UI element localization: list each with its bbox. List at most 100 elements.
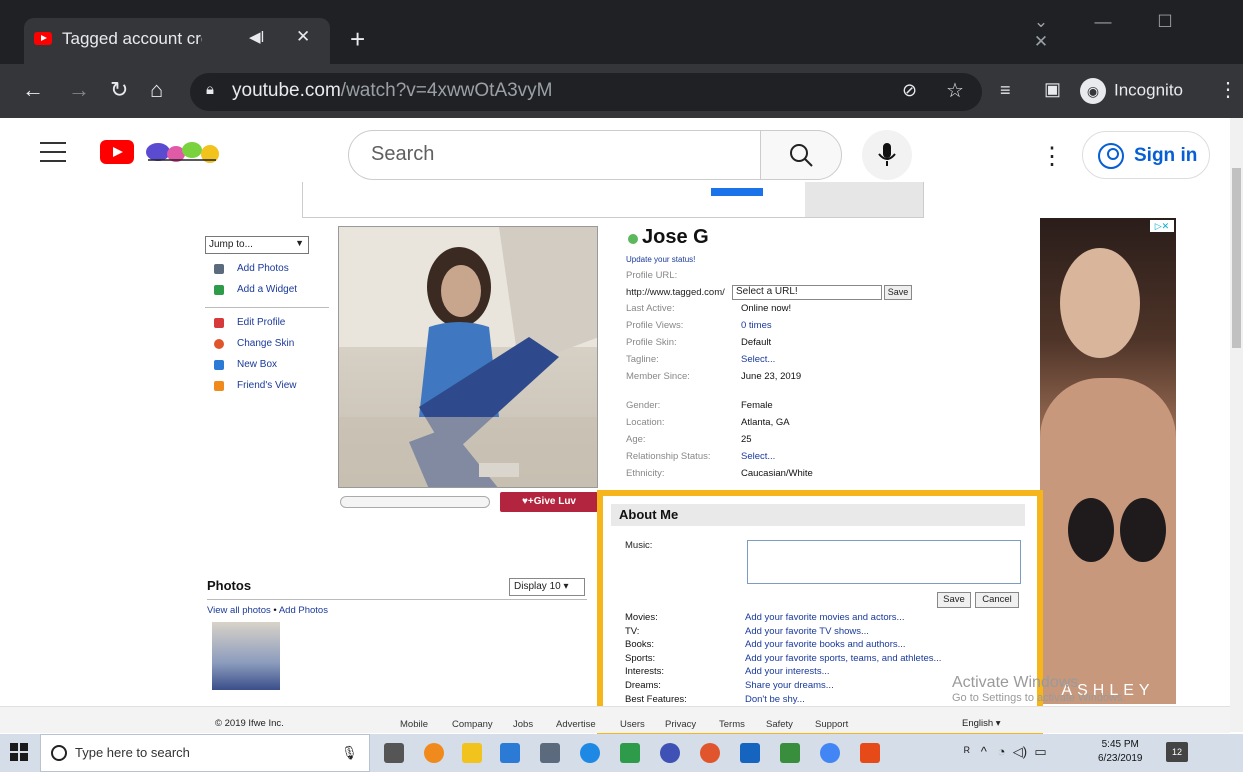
field-value[interactable]: Add your interests... [745,666,829,677]
incognito-indicator[interactable]: ◉ Incognito [1080,78,1183,104]
sidebar-item-friends-view[interactable]: Friend's View [205,379,333,400]
close-window-icon[interactable]: ✕ [1010,32,1072,52]
music-textarea[interactable] [747,540,1021,584]
youtube-doodle-logo[interactable] [142,138,222,166]
field-value[interactable]: Share your dreams... [745,680,834,691]
footer-link[interactable]: Privacy [665,719,696,730]
app-icon[interactable] [860,743,880,763]
notification-center-icon[interactable]: 12 [1166,742,1188,762]
add-photos-link[interactable]: Add Photos [279,605,328,616]
hamburger-menu-icon[interactable] [40,142,66,162]
paint-app-icon[interactable] [700,743,720,763]
profile-field-row: Member Since: June 23, 2019 [626,371,926,388]
browser-tab[interactable]: Tagged account creating pr ◀ǀ ✕ [24,18,330,64]
sidebar-item-change-skin[interactable]: Change Skin [205,337,333,358]
sign-in-button[interactable]: Sign in [1082,131,1210,179]
scrollbar-thumb[interactable] [1232,168,1241,348]
close-tab-icon[interactable]: ✕ [296,27,310,47]
tab-search-icon[interactable]: ⌄ [1010,12,1072,32]
youtube-logo[interactable] [100,140,134,164]
taskbar-search-box[interactable]: Type here to search 🎙︎ [40,734,370,772]
footer-link[interactable]: Support [815,719,848,730]
field-value[interactable]: Add your favorite TV shows... [745,626,869,637]
volume-icon[interactable]: ◁) [1013,744,1027,759]
profile-url-input[interactable]: Select a URL! [732,285,882,300]
sidebar-item-new-box[interactable]: New Box [205,358,333,379]
give-luv-button[interactable]: ♥+Give Luv [500,492,598,512]
voice-search-button[interactable] [862,130,912,180]
reading-list-icon[interactable]: ≡ [1000,80,1011,101]
sidebar-item-edit-profile[interactable]: Edit Profile [205,316,333,337]
chrome-app-icon[interactable] [820,743,840,763]
back-icon[interactable]: ← [22,77,44,103]
battery-icon[interactable]: ▭ [1034,744,1046,759]
star-icon[interactable]: ☆ [946,78,964,103]
field-value[interactable]: Add your favorite books and authors... [745,639,906,650]
footer-link[interactable]: Jobs [513,719,533,730]
taskbar-clock[interactable]: 5:45 PM 6/23/2019 [1098,738,1143,766]
lock-icon[interactable]: 🔒︎ [206,81,214,98]
view-all-photos-link[interactable]: View all photos [207,605,271,616]
link-separator: • [273,605,277,616]
side-panel-icon[interactable]: ▣ [1044,79,1061,100]
show-hidden-icons[interactable]: ^ [981,744,987,759]
windows-start-icon[interactable] [10,743,28,761]
excel-app-icon[interactable] [780,743,800,763]
display-count-select[interactable]: Display 10 ▾ [509,578,585,596]
skype-icon[interactable] [580,743,600,763]
microphone-icon[interactable]: 🎙︎ [341,745,358,761]
search-input[interactable] [371,143,731,166]
home-icon[interactable]: ⌂ [150,77,163,103]
task-view-icon[interactable] [384,743,404,763]
search-button[interactable] [760,130,842,180]
field-value[interactable]: 0 times [741,320,772,331]
camtasia-icon[interactable] [620,743,640,763]
profile-url-save-button[interactable]: Save [884,285,912,300]
account-circle-icon [1098,143,1124,169]
field-value[interactable]: Don't be shy... [745,694,805,705]
footer-link[interactable]: Mobile [400,719,428,730]
forward-icon[interactable]: → [68,77,90,103]
footer-link[interactable]: Users [620,719,645,730]
file-explorer-icon[interactable] [462,743,482,763]
audio-playing-icon[interactable]: ◀ǀ [249,28,264,46]
jump-to-select[interactable]: Jump to... ▼ [205,236,309,254]
field-value[interactable]: Add your favorite sports, teams, and ath… [745,653,941,664]
minimize-icon[interactable]: — [1072,12,1134,32]
eye-off-icon[interactable]: ⊘ [902,80,917,101]
app-icon[interactable] [540,743,560,763]
side-ad-image[interactable]: ▷✕ ASHLEY [1040,218,1176,704]
new-tab-button[interactable]: + [350,26,365,52]
network-icon[interactable]: ◔ [998,744,1006,759]
footer-link[interactable]: Terms [719,719,745,730]
profile-field-row: Tagline: Select... [626,354,926,371]
profile-url-row: http://www.tagged.com/ Select a URL! Sav… [626,285,926,303]
field-value[interactable]: Select... [741,354,775,365]
field-value[interactable]: Add your favorite movies and actors... [745,612,904,623]
youtube-search-box[interactable] [348,130,760,180]
address-bar[interactable]: 🔒︎ youtube.com/watch?v=4xwwOtA3vyM ⊘ ☆ [190,73,982,111]
people-icon[interactable]: ᴿ [964,744,970,759]
settings-kebab-icon[interactable]: ⋮ [1040,142,1064,171]
app-icon[interactable] [740,743,760,763]
footer-link[interactable]: Advertise [556,719,596,730]
field-value[interactable]: Select... [741,451,775,462]
about-cancel-button[interactable]: Cancel [975,592,1019,608]
photo-thumbnail[interactable] [212,622,280,690]
browser-app-icon[interactable] [424,743,444,763]
reload-icon[interactable]: ↻ [110,77,128,103]
maximize-icon[interactable]: ☐ [1134,12,1196,32]
about-save-button[interactable]: Save [937,592,971,608]
field-label: Gender: [626,400,661,411]
sidebar-item-add-widget[interactable]: Add a Widget [205,283,333,304]
profile-photo[interactable] [338,226,598,488]
sidebar-item-add-photos[interactable]: Add Photos [205,262,333,283]
footer-link[interactable]: Company [452,719,493,730]
word-app-icon[interactable] [660,743,680,763]
language-select[interactable]: English ▾ [962,718,1001,729]
chrome-menu-icon[interactable]: ⋮ [1218,77,1238,102]
ad-choices-close-icon[interactable]: ▷✕ [1150,220,1174,232]
update-status-link[interactable]: Update your status! [626,255,926,264]
footer-link[interactable]: Safety [766,719,793,730]
mail-app-icon[interactable] [500,743,520,763]
